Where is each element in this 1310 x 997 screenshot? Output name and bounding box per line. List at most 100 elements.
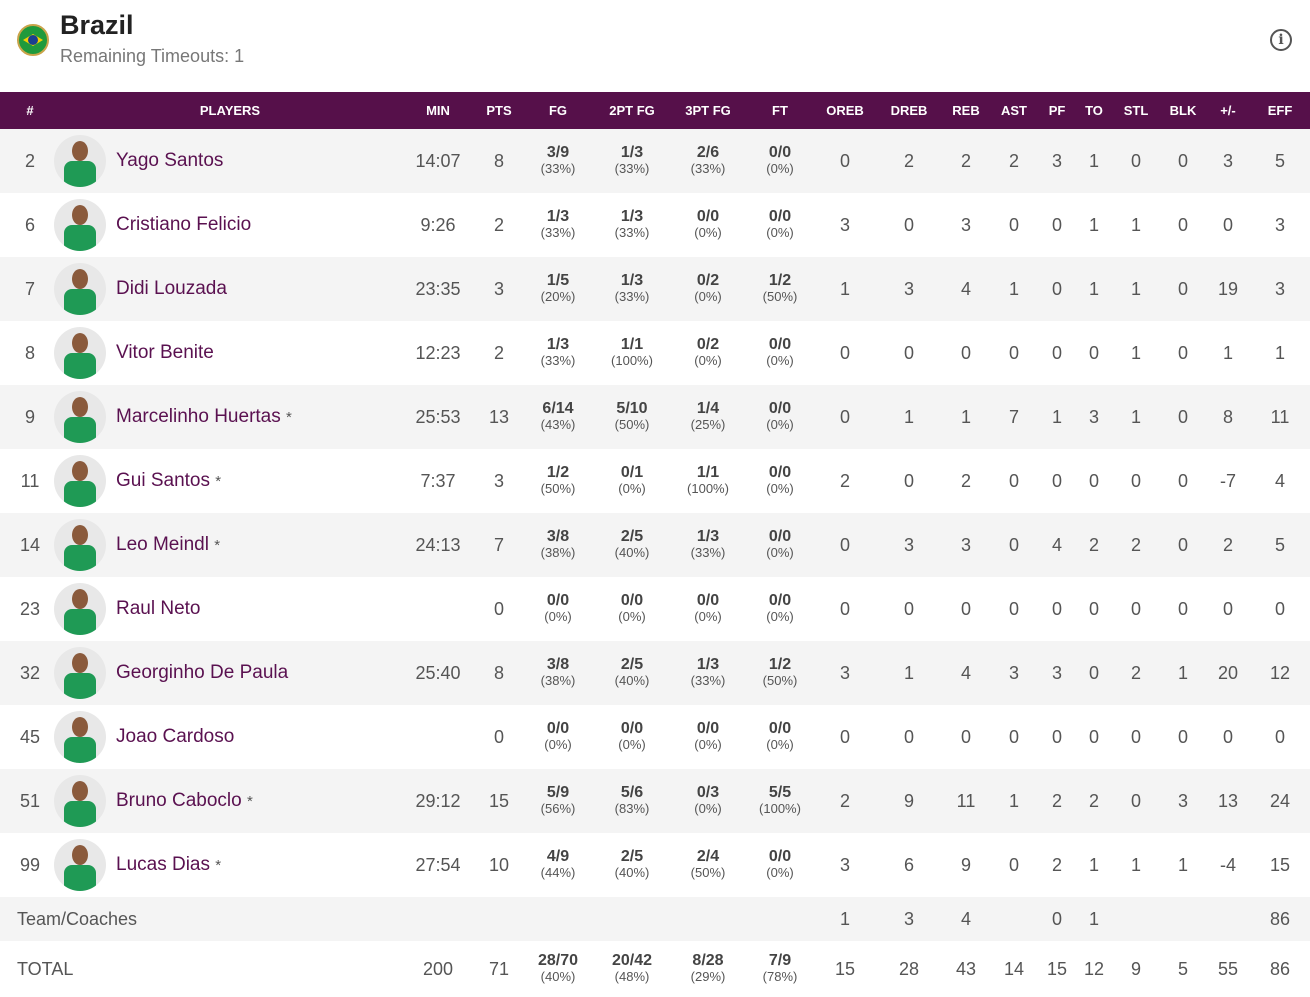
column-header[interactable]: PTS xyxy=(476,92,522,129)
reb: 0 xyxy=(960,598,971,619)
column-header[interactable]: PF xyxy=(1038,92,1076,129)
ft: 0/0 (0%) xyxy=(746,385,814,449)
fg: 5/9 (56%) xyxy=(522,769,594,833)
eff: 86 xyxy=(1269,958,1291,979)
player-row[interactable]: 7 Didi Louzada 23:35 3 1/5 (20%) 1/3 (33%) 0/2(… xyxy=(0,257,1310,321)
blk: 0 xyxy=(1160,385,1206,449)
player-cell[interactable]: Raul Neto xyxy=(54,577,400,641)
player-row[interactable]: 8 Vitor Benite 12:23 2 1/3 (33%) 1/1 (100%) 0/2… xyxy=(0,321,1310,385)
ft-made-attempted: 0/0 xyxy=(768,848,792,865)
eff: 15 xyxy=(1269,854,1291,875)
player-cell[interactable]: Joao Cardoso xyxy=(54,705,400,769)
column-header[interactable]: FT xyxy=(746,92,814,129)
player-name[interactable]: Yago Santos xyxy=(116,150,223,171)
player-name-text[interactable]: Joao Cardoso xyxy=(116,726,234,747)
player-row[interactable]: 45 Joao Cardoso 0 0/0 (0%) 0/0 (0%) 0/0 (0%) 0/0… xyxy=(0,705,1310,769)
column-header[interactable]: +/- xyxy=(1206,92,1250,129)
column-header[interactable]: OREB xyxy=(814,92,876,129)
2pt-fg: 2/5 (40%) xyxy=(594,641,670,705)
player-cell[interactable]: Georginho De Paula xyxy=(54,641,400,705)
plus-minus: 1 xyxy=(1222,342,1233,363)
player-row[interactable]: 2 Yago Santos 14:07 8 3/9 (33%) 1/3 (33%) 2/6 (3… xyxy=(0,129,1310,193)
player-name-text[interactable]: Gui Santos xyxy=(116,470,210,491)
player-name-text[interactable]: Yago Santos xyxy=(116,150,223,171)
2pt-fg-made-attempted: 0/0 xyxy=(620,592,644,609)
player-name[interactable]: Leo Meindl * xyxy=(116,534,220,555)
player-cell[interactable]: Cristiano Felicio xyxy=(54,193,400,257)
player-row[interactable]: 14 Leo Meindl * 24:13 7 3/8 (38%) 2/5 (40%) 1/3(… xyxy=(0,513,1310,577)
column-header[interactable]: AST xyxy=(990,92,1038,129)
player-cell[interactable]: Gui Santos * xyxy=(54,449,400,513)
3pt-fg-made-attempted: 0/0 xyxy=(696,720,720,737)
starter-marker: * xyxy=(215,857,222,874)
player-row[interactable]: 6 Cristiano Felicio 9:26 2 1/3 (33%) 1/3 (33%)… xyxy=(0,193,1310,257)
oreb: 0 xyxy=(814,385,876,449)
info-icon[interactable]: i xyxy=(1270,29,1292,51)
column-header[interactable]: PLAYERS xyxy=(60,92,400,129)
oreb: 0 xyxy=(839,598,850,619)
player-cell[interactable]: Didi Louzada xyxy=(54,257,400,321)
oreb: 1 xyxy=(814,897,876,941)
column-header[interactable]: 2PT FG xyxy=(594,92,670,129)
player-name[interactable]: Didi Louzada xyxy=(116,278,227,299)
ft: 1/2 (50%) xyxy=(746,641,814,705)
column-header[interactable]: MIN xyxy=(400,92,476,129)
points: 71 xyxy=(488,958,510,979)
player-name[interactable]: Vitor Benite xyxy=(116,342,214,363)
player-row[interactable]: 99 Lucas Dias * 27:54 10 4/9 (44%) 2/5 (40%) 2/4… xyxy=(0,833,1310,897)
oreb: 3 xyxy=(839,854,850,875)
column-header[interactable]: TO xyxy=(1076,92,1112,129)
ast: 0 xyxy=(1008,470,1019,491)
reb: 2 xyxy=(942,129,990,193)
fg-made-attempted: 5/9 xyxy=(546,784,570,801)
player-name-text[interactable]: Bruno Caboclo xyxy=(116,790,242,811)
player-name[interactable]: Raul Neto xyxy=(116,598,201,619)
player-name[interactable]: Marcelinho Huertas * xyxy=(116,406,292,427)
oreb: 0 xyxy=(814,513,876,577)
player-row[interactable]: 32 Georginho De Paula 25:40 8 3/8 (38%) 2/5 (4… xyxy=(0,641,1310,705)
player-name[interactable]: Lucas Dias * xyxy=(116,854,221,875)
player-name[interactable]: Bruno Caboclo * xyxy=(116,790,253,811)
player-cell[interactable]: Vitor Benite xyxy=(54,321,400,385)
player-name-text[interactable]: Leo Meindl xyxy=(116,534,209,555)
player-cell[interactable]: Lucas Dias * xyxy=(54,833,400,897)
player-row[interactable]: 23 Raul Neto 0 0/0 (0%) 0/0 (0%) 0/0 (0%) 0/0 (0%… xyxy=(0,577,1310,641)
column-header[interactable]: DREB xyxy=(876,92,942,129)
2pt-fg: 0/1 (0%) xyxy=(594,449,670,513)
column-header[interactable]: STL xyxy=(1112,92,1160,129)
player-name-text[interactable]: Marcelinho Huertas xyxy=(116,406,281,427)
player-name[interactable]: Georginho De Paula xyxy=(116,662,288,683)
player-name-text[interactable]: Raul Neto xyxy=(116,598,201,619)
player-name[interactable]: Cristiano Felicio xyxy=(116,214,251,235)
column-header[interactable]: EFF xyxy=(1250,92,1310,129)
oreb: 2 xyxy=(839,470,850,491)
column-header[interactable]: BLK xyxy=(1160,92,1206,129)
column-header[interactable]: 3PT FG xyxy=(670,92,746,129)
player-cell[interactable]: Yago Santos xyxy=(54,129,400,193)
player-name-text[interactable]: Lucas Dias xyxy=(116,854,210,875)
3pt-fg-made-attempted: 0/0 xyxy=(696,208,720,225)
player-name-text[interactable]: Didi Louzada xyxy=(116,278,227,299)
player-row[interactable]: 11 Gui Santos * 7:37 3 1/2 (50%) 0/1 (0%) 1/1 (10… xyxy=(0,449,1310,513)
reb: 11 xyxy=(942,769,990,833)
player-cell[interactable]: Leo Meindl * xyxy=(54,513,400,577)
player-cell[interactable]: Marcelinho Huertas * xyxy=(54,385,400,449)
column-header[interactable]: FG xyxy=(522,92,594,129)
fg-made-attempted: 0/0 xyxy=(546,592,570,609)
blk: 0 xyxy=(1177,598,1188,619)
table-header: # PLAYERS MIN PTS FG 2PT FG 3PT FG FT OREB DREB RE… xyxy=(0,92,1310,129)
player-name-text[interactable]: Cristiano Felicio xyxy=(116,214,251,235)
jersey-number: 51 xyxy=(0,769,60,833)
player-name[interactable]: Joao Cardoso xyxy=(116,726,234,747)
oreb: 1 xyxy=(814,257,876,321)
player-cell[interactable]: Bruno Caboclo * xyxy=(54,769,400,833)
player-row[interactable]: 51 Bruno Caboclo * 29:12 15 5/9 (56%) 5/6 (83%)… xyxy=(0,769,1310,833)
column-header[interactable]: REB xyxy=(942,92,990,129)
column-header[interactable]: # xyxy=(0,92,60,129)
reb: 4 xyxy=(942,257,990,321)
player-name-text[interactable]: Georginho De Paula xyxy=(116,662,288,683)
player-name-text[interactable]: Vitor Benite xyxy=(116,342,214,363)
ast: 0 xyxy=(1008,214,1019,235)
player-row[interactable]: 9 Marcelinho Huertas * 25:53 13 6/14 (43%) 5/1… xyxy=(0,385,1310,449)
player-name[interactable]: Gui Santos * xyxy=(116,470,221,491)
